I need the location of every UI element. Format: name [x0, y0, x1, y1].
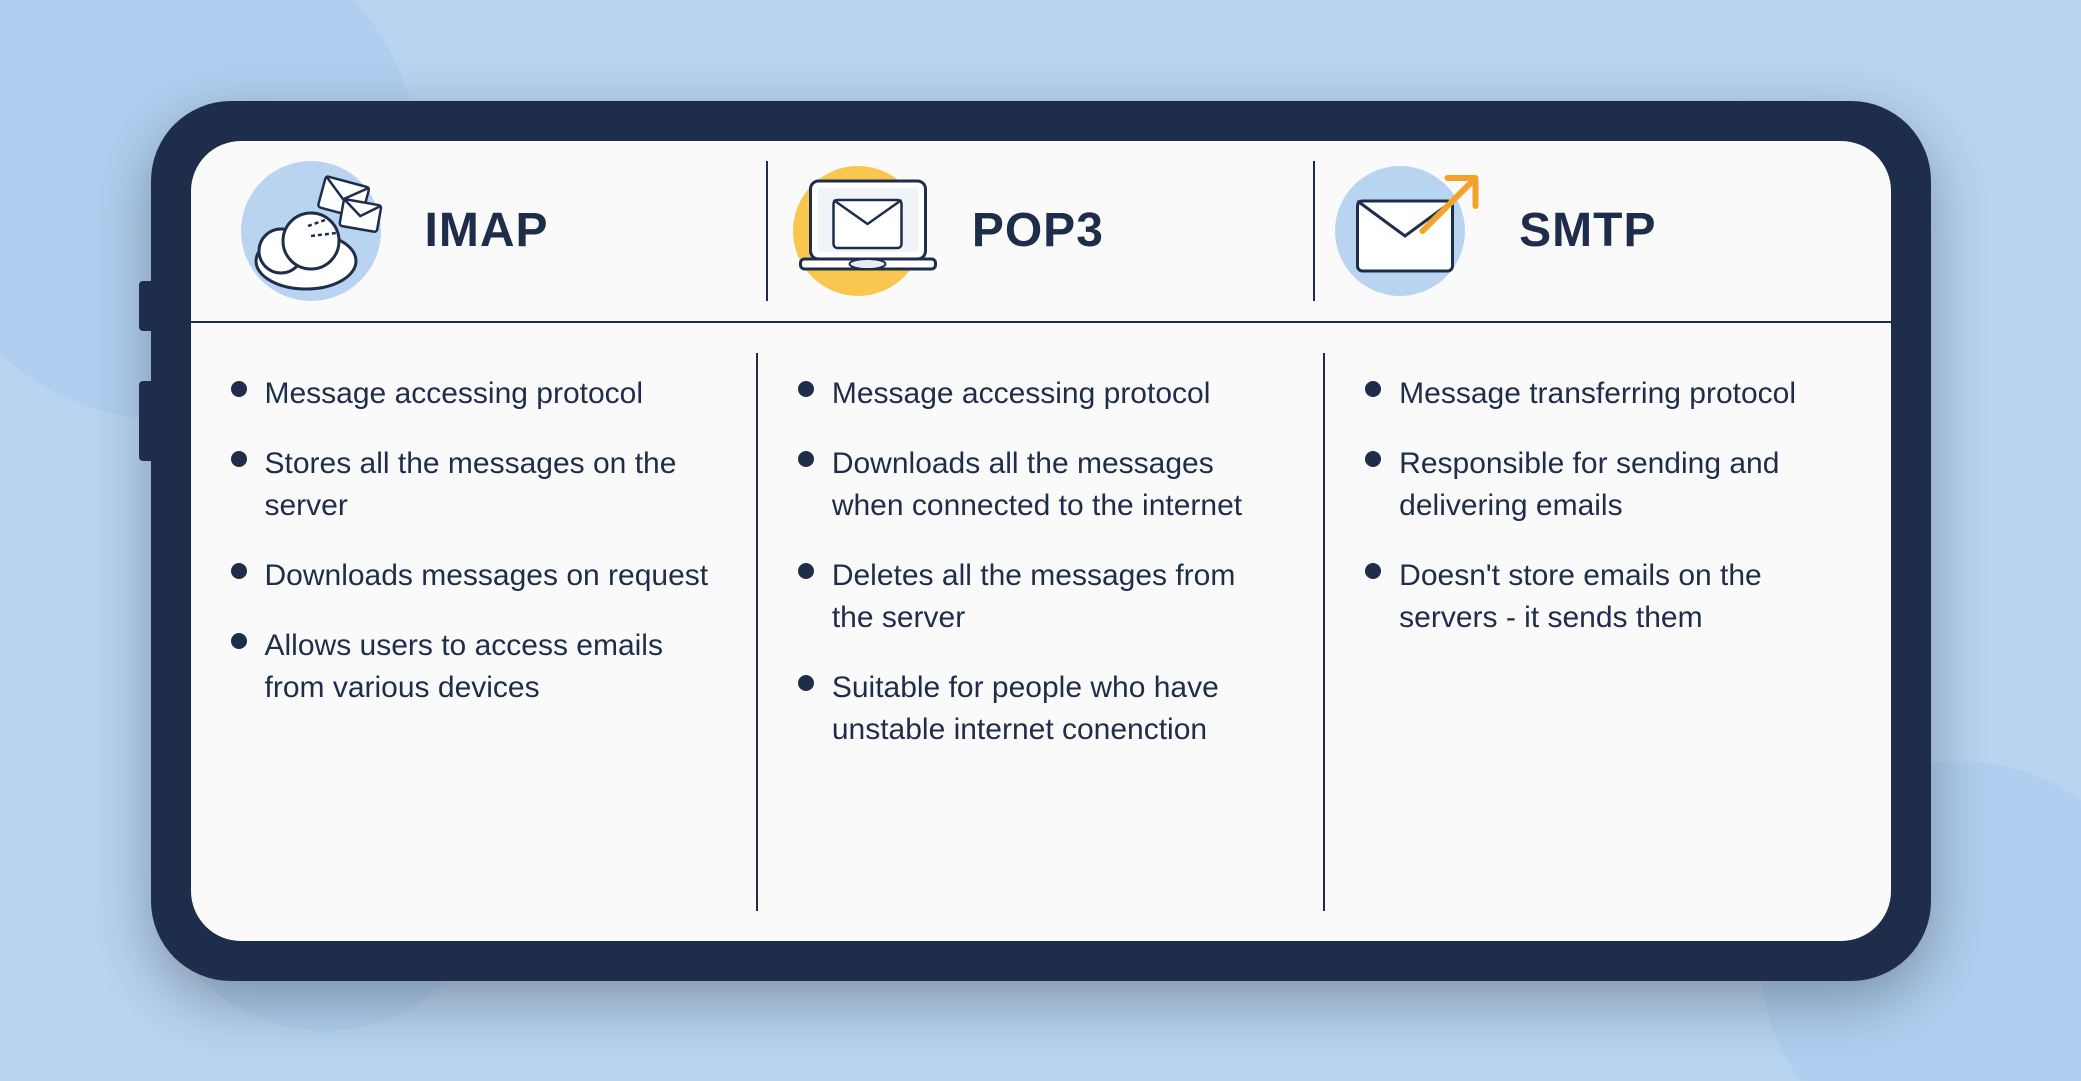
comparison-table: IMAP [191, 141, 1891, 941]
imap-icon-area [241, 161, 401, 301]
content-cell-smtp: Message transferring protocol Responsibl… [1325, 353, 1890, 911]
pop3-title: POP3 [972, 203, 1104, 258]
phone-side-button-2 [139, 281, 151, 331]
smtp-point-2: Responsible for sending and delivering e… [1365, 443, 1850, 527]
content-cell-imap: Message accessing protocol Stores all th… [191, 353, 758, 911]
imap-point-4: Allows users to access emails from vario… [231, 625, 716, 709]
bullet-dot [231, 451, 247, 467]
pop3-point-4: Suitable for people who have unstable in… [798, 667, 1283, 751]
pop3-icon-area [788, 161, 948, 301]
bullet-dot [1365, 563, 1381, 579]
bullet-dot [231, 381, 247, 397]
imap-point-2: Stores all the messages on the server [231, 443, 716, 527]
imap-point-1: Message accessing protocol [231, 373, 716, 415]
smtp-point-1: Message transferring protocol [1365, 373, 1850, 415]
phone-screen: IMAP [191, 141, 1891, 941]
bullet-dot [798, 381, 814, 397]
header-cell-smtp: SMTP [1315, 161, 1860, 301]
bullet-dot [798, 675, 814, 691]
smtp-bullet-list: Message transferring protocol Responsibl… [1365, 373, 1850, 639]
imap-bullet-list: Message accessing protocol Stores all th… [231, 373, 716, 709]
header-cell-pop3: POP3 [768, 161, 1315, 301]
bullet-dot [798, 451, 814, 467]
pop3-point-3: Deletes all the messages from the server [798, 555, 1283, 639]
phone-frame: IMAP [151, 101, 1931, 981]
pop3-point-2: Downloads all the messages when connecte… [798, 443, 1283, 527]
header-cell-imap: IMAP [221, 161, 768, 301]
smtp-point-3: Doesn't store emails on the servers - it… [1365, 555, 1850, 639]
phone-notch [891, 101, 1191, 137]
pop3-point-1: Message accessing protocol [798, 373, 1283, 415]
bullet-dot [798, 563, 814, 579]
bullet-dot [231, 563, 247, 579]
bullet-dot [1365, 451, 1381, 467]
laptop-email-icon [795, 171, 940, 291]
imap-title: IMAP [425, 203, 549, 258]
smtp-icon-area [1335, 161, 1495, 301]
smtp-title: SMTP [1519, 203, 1656, 258]
table-content-row: Message accessing protocol Stores all th… [191, 323, 1891, 941]
content-cell-pop3: Message accessing protocol Downloads all… [758, 353, 1325, 911]
envelope-arrow-icon [1343, 171, 1488, 291]
phone-side-button-1 [139, 381, 151, 461]
imap-point-3: Downloads messages on request [231, 555, 716, 597]
bullet-dot [1365, 381, 1381, 397]
pop3-bullet-list: Message accessing protocol Downloads all… [798, 373, 1283, 751]
bullet-dot [231, 633, 247, 649]
table-header-row: IMAP [191, 141, 1891, 323]
cloud-email-icon [246, 171, 396, 291]
